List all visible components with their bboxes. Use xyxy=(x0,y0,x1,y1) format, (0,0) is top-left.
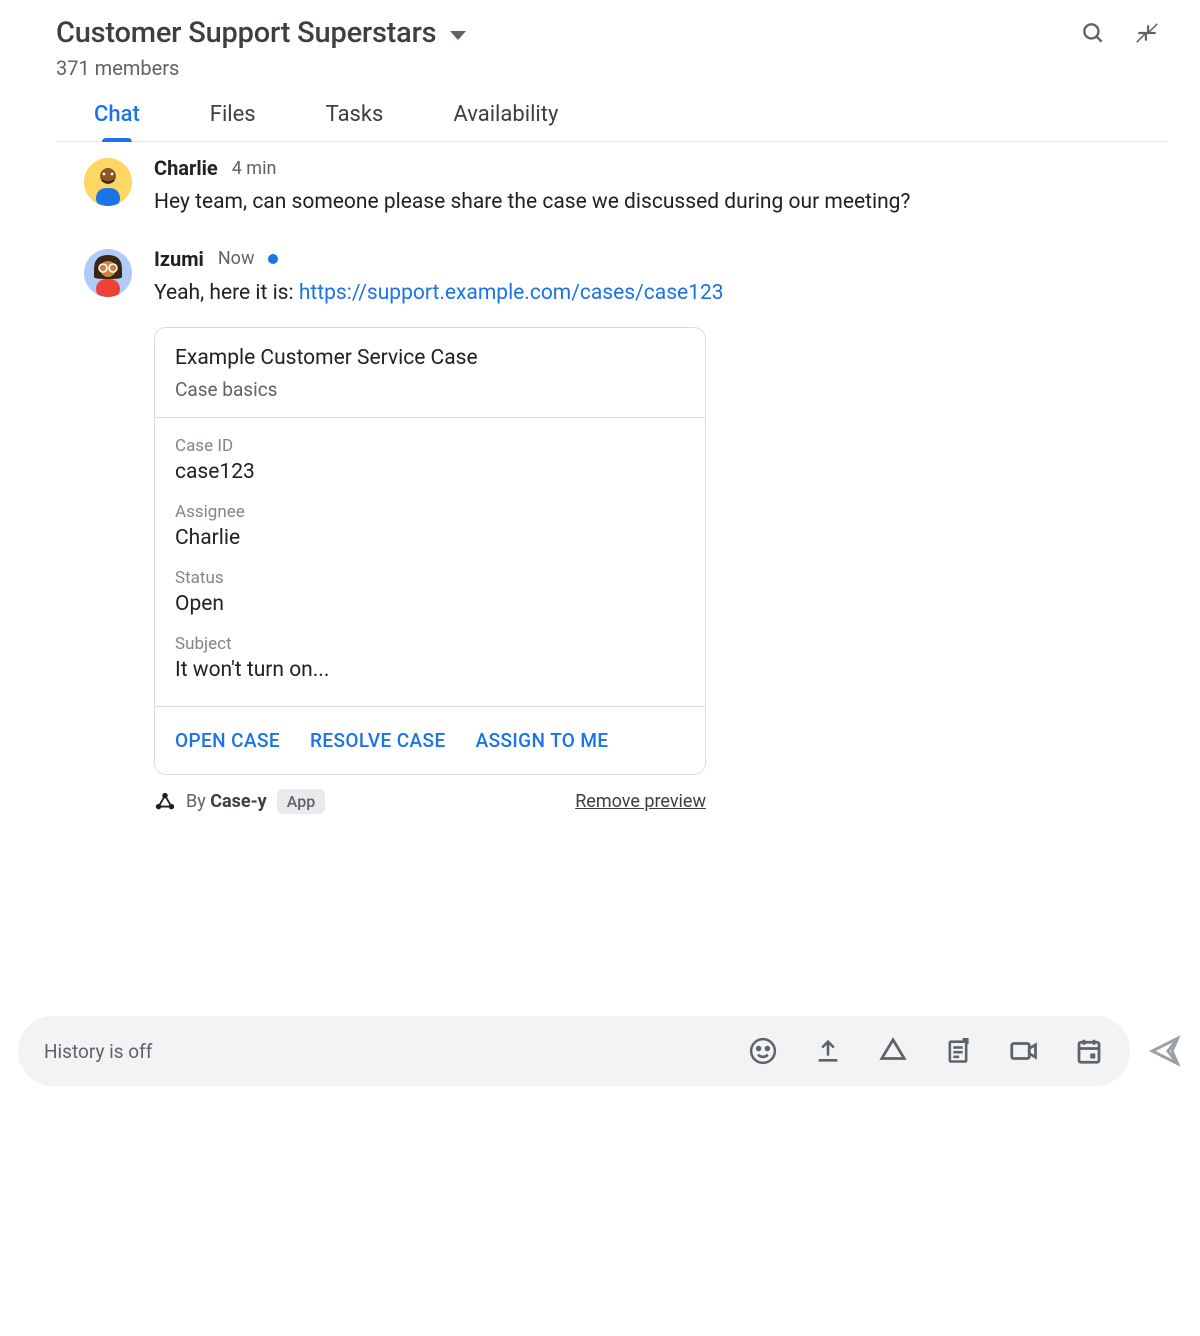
avatar[interactable] xyxy=(84,249,132,297)
app-badge: App xyxy=(277,789,325,814)
card-footer-by: By Case-y xyxy=(186,791,267,812)
field-label: Subject xyxy=(175,634,685,654)
tab-chat[interactable]: Chat xyxy=(94,102,140,141)
member-count: 371 members xyxy=(56,56,1168,80)
webhook-icon xyxy=(154,791,176,813)
chevron-down-icon[interactable] xyxy=(450,31,466,40)
message-row: Izumi Now Yeah, here it is: https://supp… xyxy=(84,247,1144,815)
resolve-case-button[interactable]: RESOLVE CASE xyxy=(310,729,446,752)
message-text: Yeah, here it is: https://support.exampl… xyxy=(154,277,1144,310)
search-icon[interactable] xyxy=(1080,20,1106,46)
card-title: Example Customer Service Case xyxy=(175,346,685,370)
message-row: Charlie 4 min Hey team, can someone plea… xyxy=(84,156,1144,219)
field-value: It won't turn on... xyxy=(175,658,685,682)
tab-tasks[interactable]: Tasks xyxy=(326,102,384,141)
docs-icon[interactable] xyxy=(944,1037,972,1065)
composer-placeholder: History is off xyxy=(44,1040,740,1063)
message-time: 4 min xyxy=(232,158,277,179)
calendar-icon[interactable] xyxy=(1074,1036,1104,1066)
tab-availability[interactable]: Availability xyxy=(453,102,558,141)
message-author: Izumi xyxy=(154,247,204,271)
video-icon[interactable] xyxy=(1008,1036,1038,1066)
field-label: Status xyxy=(175,568,685,588)
upload-icon[interactable] xyxy=(814,1037,842,1065)
message-composer[interactable]: History is off xyxy=(18,1016,1130,1086)
assign-to-me-button[interactable]: ASSIGN TO ME xyxy=(476,729,609,752)
case-link[interactable]: https://support.example.com/cases/case12… xyxy=(299,281,724,305)
field-value: case123 xyxy=(175,460,685,484)
card-subtitle: Case basics xyxy=(175,378,685,401)
open-case-button[interactable]: OPEN CASE xyxy=(175,729,280,752)
field-label: Assignee xyxy=(175,502,685,522)
collapse-icon[interactable] xyxy=(1134,20,1160,46)
drive-icon[interactable] xyxy=(878,1036,908,1066)
send-icon[interactable] xyxy=(1148,1034,1182,1068)
message-author: Charlie xyxy=(154,156,218,180)
message-time: Now xyxy=(218,248,255,269)
emoji-icon[interactable] xyxy=(748,1036,778,1066)
remove-preview-link[interactable]: Remove preview xyxy=(575,791,706,812)
field-value: Charlie xyxy=(175,526,685,550)
field-value: Open xyxy=(175,592,685,616)
avatar[interactable] xyxy=(84,158,132,206)
tab-files[interactable]: Files xyxy=(210,102,256,141)
link-preview-card: Example Customer Service Case Case basic… xyxy=(154,327,706,775)
field-label: Case ID xyxy=(175,436,685,456)
message-text: Hey team, can someone please share the c… xyxy=(154,186,1144,219)
new-message-indicator-icon xyxy=(268,254,278,264)
space-title[interactable]: Customer Support Superstars xyxy=(56,16,436,50)
